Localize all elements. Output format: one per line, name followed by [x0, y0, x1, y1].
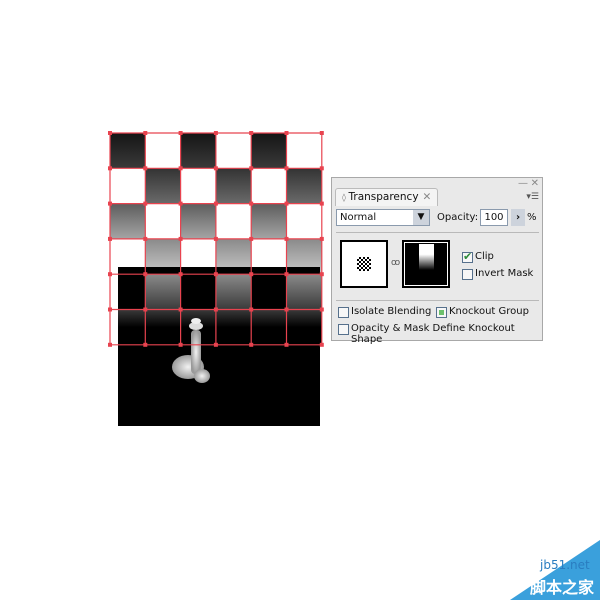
opacity-mask-knockout-checkbox[interactable]	[338, 324, 349, 335]
anchor-point	[284, 236, 289, 241]
percent-label: %	[527, 212, 537, 223]
anchor-point	[249, 342, 254, 347]
close-panel-icon[interactable]: ✕	[531, 178, 539, 189]
anchor-point	[319, 272, 324, 277]
checker-square	[145, 309, 181, 345]
anchor-point	[284, 131, 289, 135]
anchor-point	[213, 272, 218, 277]
tab-label: Transparency	[348, 191, 419, 203]
anchor-point	[108, 342, 112, 347]
anchor-point	[178, 307, 183, 312]
anchor-point	[108, 307, 112, 312]
anchor-point	[108, 131, 112, 135]
minimize-icon[interactable]: —	[518, 178, 528, 189]
anchor-point	[108, 236, 112, 241]
anchor-point	[178, 166, 183, 171]
checker-square	[286, 309, 322, 345]
checker-square	[251, 309, 287, 345]
tab-transparency[interactable]: ◊ Transparency ✕	[335, 188, 439, 206]
checker-square	[286, 274, 322, 310]
anchor-point	[213, 236, 218, 241]
anchor-point	[319, 236, 324, 241]
anchor-point	[319, 307, 324, 312]
divider	[336, 232, 539, 233]
anchor-point	[284, 342, 289, 347]
anchor-point	[108, 166, 112, 171]
blend-mode-value: Normal	[340, 212, 377, 223]
invert-mask-label: Invert Mask	[475, 268, 534, 279]
anchor-point	[143, 201, 148, 206]
checker-icon	[357, 257, 371, 271]
opacity-mask-knockout-label: Opacity & Mask Define Knockout Shape	[351, 323, 515, 345]
anchor-point	[143, 236, 148, 241]
anchor-point	[213, 307, 218, 312]
anchor-point	[319, 342, 324, 347]
artwork-thumbnail[interactable]	[340, 240, 388, 288]
checker-square	[145, 274, 181, 310]
clip-label: Clip	[475, 251, 494, 262]
divider	[336, 300, 539, 301]
anchor-point	[249, 307, 254, 312]
anchor-point	[143, 272, 148, 277]
anchor-point	[284, 272, 289, 277]
opacity-slider-button[interactable]: ›	[511, 209, 525, 226]
checker-square	[215, 274, 252, 310]
isolate-blending-label: Isolate Blending	[351, 306, 432, 317]
anchor-point	[178, 342, 183, 347]
anchor-point	[178, 236, 183, 241]
anchor-point	[284, 166, 289, 171]
clip-checkbox[interactable]: ✔	[462, 250, 473, 263]
anchor-point	[319, 166, 324, 171]
anchor-point	[213, 166, 218, 171]
checker-square	[110, 133, 146, 169]
anchor-point	[249, 166, 254, 171]
anchor-point	[213, 201, 218, 206]
anchor-point	[143, 342, 148, 347]
knockout-group-checkbox[interactable]	[436, 307, 447, 318]
anchor-point	[178, 201, 183, 206]
anchor-point	[143, 131, 148, 135]
checker-square	[251, 203, 287, 239]
anchor-point	[249, 201, 254, 206]
checker-square	[110, 203, 146, 239]
close-tab-icon[interactable]: ✕	[423, 191, 432, 203]
checker-square	[286, 168, 322, 204]
anchor-point	[108, 272, 112, 277]
anchor-point	[319, 131, 324, 135]
anchor-point	[319, 201, 324, 206]
checker-square	[215, 309, 252, 345]
isolate-blending-checkbox[interactable]	[338, 307, 349, 318]
panel-menu-icon[interactable]: ▾☰	[526, 192, 539, 202]
blend-mode-select[interactable]: Normal ▼	[336, 209, 430, 226]
checker-square	[180, 203, 216, 239]
chevron-down-icon[interactable]: ▼	[413, 210, 429, 225]
mask-thumbnail[interactable]	[402, 240, 450, 288]
anchor-point	[284, 201, 289, 206]
watermark-name: 脚本之家	[530, 578, 595, 597]
link-icon[interactable]: ꝏ	[391, 258, 400, 268]
transparency-panel: — ✕ ◊ Transparency ✕ ▾☰ Normal ▼ Opacity: …	[331, 177, 543, 345]
knockout-group-label: Knockout Group	[449, 306, 529, 317]
anchor-point	[213, 342, 218, 347]
invert-mask-checkbox[interactable]	[462, 269, 473, 280]
checker-square	[251, 133, 287, 169]
checker-square	[215, 168, 252, 204]
opacity-label: Opacity:	[437, 212, 479, 223]
checker-square	[180, 133, 216, 169]
anchor-point	[284, 307, 289, 312]
anchor-point	[143, 166, 148, 171]
anchor-point	[249, 272, 254, 277]
anchor-point	[178, 131, 183, 135]
anchor-point	[108, 201, 112, 206]
opacity-input[interactable]: 100	[480, 209, 508, 226]
checker-square	[145, 168, 181, 204]
anchor-point	[178, 272, 183, 277]
anchor-point	[249, 236, 254, 241]
anchor-point	[143, 307, 148, 312]
anchor-point	[213, 131, 218, 135]
watermark-site: jb51.net	[540, 558, 590, 572]
anchor-point	[249, 131, 254, 135]
